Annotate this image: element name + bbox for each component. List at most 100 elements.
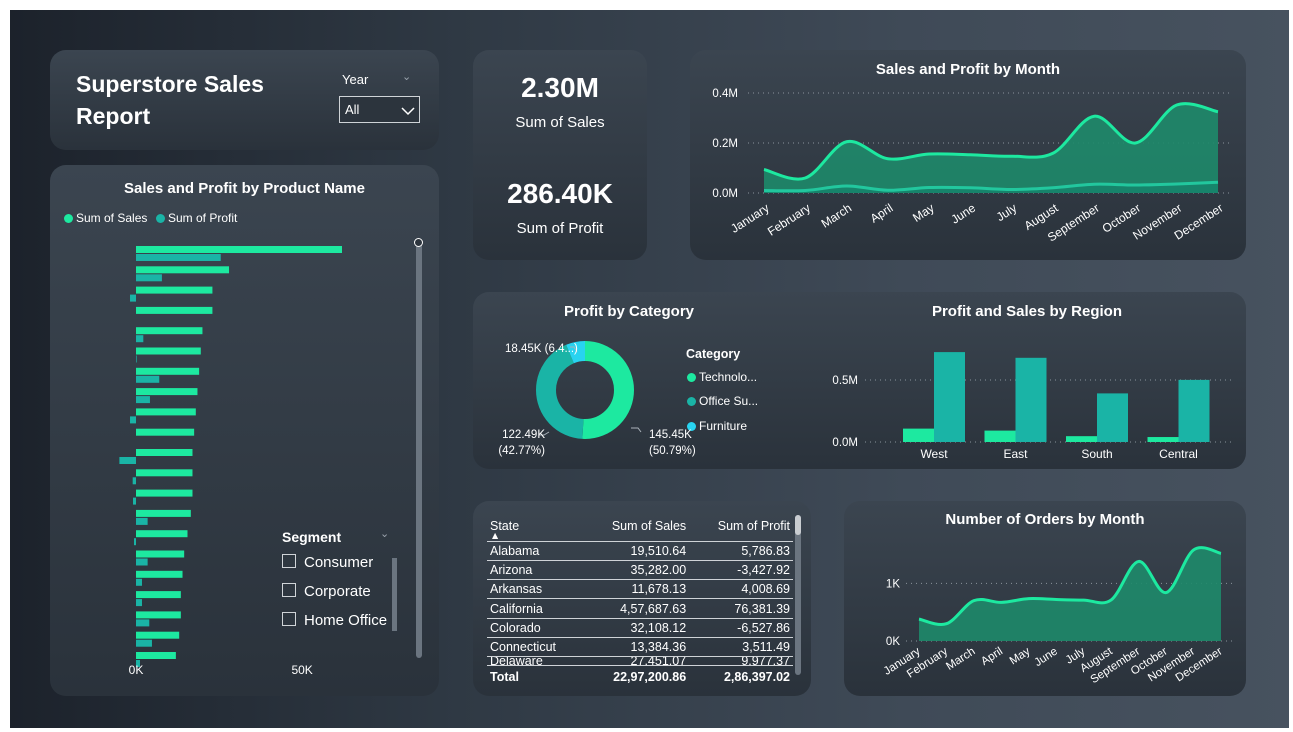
table-row: Connecticut 13,384.36 3,511.49 <box>487 637 793 658</box>
table-row: Arizona 35,282.00 -3,427.92 <box>487 560 793 581</box>
table-row: Arkansas 11,678.13 4,008.69 <box>487 579 793 600</box>
bar-profit <box>136 396 150 404</box>
checkbox[interactable] <box>282 612 296 626</box>
bar-sales <box>136 347 201 355</box>
checkbox[interactable] <box>282 583 296 597</box>
year-filter-collapse-icon[interactable]: ⌄ <box>402 70 411 83</box>
checkbox[interactable] <box>282 554 296 568</box>
segment-collapse-icon[interactable]: ⌄ <box>380 527 389 540</box>
x-tick-label: June <box>1032 645 1059 669</box>
bar-profit <box>136 578 142 586</box>
kpi-card: 2.30M Sum of Sales 286.40K Sum of Profit <box>473 50 647 260</box>
scroll-handle-icon[interactable] <box>414 238 423 247</box>
data-label: 122.49K <box>502 429 545 441</box>
data-label: (50.79%) <box>649 445 696 457</box>
orders-month-chart: 0K1KJanuaryFebruaryMarch April May June July… <box>882 546 1236 686</box>
header-sum-sales[interactable]: Sum of Sales <box>582 511 690 542</box>
bar-profit <box>133 497 136 505</box>
table-header-row: State Sum of Sales Sum of Profit <box>487 511 793 542</box>
y-tick-label: 0.5M <box>832 375 858 387</box>
bar-sales <box>136 652 176 659</box>
year-filter-label: Year <box>342 72 369 87</box>
product-scrollbar[interactable] <box>416 240 422 658</box>
kpi-profit-value: 286.40K <box>507 178 613 209</box>
bar-profit <box>1147 437 1179 442</box>
bar-sales <box>136 631 180 639</box>
profit-category-card: Profit by Category Profit and Sales by R… <box>473 292 1246 469</box>
bar-profit <box>136 619 150 627</box>
x-tick-label: South <box>1081 447 1112 461</box>
dashboard-canvas: Superstore Sales Report Year ⌄ All 2.30M… <box>10 10 1289 728</box>
year-filter-dropdown[interactable]: All <box>339 96 420 123</box>
kpi-sales-label: Sum of Sales <box>515 114 605 131</box>
bar-sales <box>136 428 195 436</box>
x-tick-label: March <box>819 201 855 231</box>
bar-profit <box>136 355 137 363</box>
orders-area <box>919 547 1221 641</box>
table-total-row: Total 22,97,200.86 2,86,397.02 <box>490 670 790 685</box>
segment-label: Segment <box>282 529 342 545</box>
table-row: Colorado 32,108.12 -6,527.86 <box>487 618 793 638</box>
table-row: Delaware 27,451.07 9,977.37 <box>487 656 793 667</box>
bar-sales <box>136 266 230 274</box>
x-tick-label: April <box>979 645 1005 668</box>
y-tick-label: 0.2M <box>712 138 738 150</box>
state-table-card: State Sum of Sales Sum of Profit Alabama… <box>473 501 811 696</box>
x-tick-label: Central <box>1159 447 1198 461</box>
report-title: Superstore Sales Report <box>76 71 264 129</box>
table-scrollbar[interactable] <box>795 515 801 675</box>
bar-profit <box>903 428 934 442</box>
bar-profit <box>136 254 221 261</box>
bar-sales <box>136 611 181 619</box>
x-tick-label: March <box>944 645 977 672</box>
data-label: (42.77%) <box>498 445 545 457</box>
segment-scrollbar[interactable] <box>392 558 397 631</box>
bar-profit <box>136 274 162 282</box>
header-sum-profit[interactable]: Sum of Profit <box>689 511 793 542</box>
bar-sales <box>136 246 342 253</box>
x-tick-label: July <box>994 201 1020 224</box>
sort-ascending-icon[interactable]: ▲ <box>492 531 498 540</box>
bar-profit <box>984 430 1016 442</box>
bar-profit <box>136 517 148 525</box>
bar-sales <box>136 530 188 538</box>
orders-month-card: Number of Orders by Month 0K 1K January Feb… <box>844 501 1246 696</box>
table-scroll-thumb[interactable] <box>795 515 801 535</box>
bar-sales <box>1097 393 1128 442</box>
segment-option-corporate[interactable]: Corporate <box>282 583 371 600</box>
segment-option-home-office[interactable]: Home Office <box>282 612 387 629</box>
y-tick-label: 0.0M <box>832 437 858 449</box>
bar-profit <box>119 457 136 464</box>
bar-sales <box>136 570 183 578</box>
bar-sales <box>136 469 193 477</box>
sales-profit-month-chart: 0.0M 0.2M 0.4M JanuaryFebruary March April May… <box>712 88 1230 244</box>
y-tick-label: 0.0M <box>712 188 738 200</box>
product-card: Sales and Profit by Product Name Sum of … <box>50 165 439 696</box>
title-card: Superstore Sales Report Year ⌄ All <box>50 50 439 150</box>
bar-profit <box>130 294 136 302</box>
x-tick-label: West <box>920 447 948 461</box>
sales-area <box>764 103 1218 193</box>
bar-sales <box>136 327 203 335</box>
bar-sales <box>136 367 200 375</box>
bar-sales <box>1178 379 1210 442</box>
x-tick-label: East <box>1003 447 1028 461</box>
table-row: Alabama 19,510.64 5,786.83 <box>487 541 793 561</box>
bar-sales <box>136 388 198 396</box>
bar-sales <box>136 449 193 456</box>
bar-sales <box>934 352 965 442</box>
bar-sales <box>136 550 185 558</box>
year-filter-value: All <box>345 102 360 117</box>
header-state[interactable]: State <box>487 511 583 542</box>
y-tick-label: 1K <box>886 578 900 590</box>
segment-option-consumer[interactable]: Consumer <box>282 554 373 571</box>
bar-sales <box>136 306 213 314</box>
bar-profit <box>1066 436 1097 442</box>
kpi-profit-label: Sum of Profit <box>516 220 604 237</box>
bar-profit <box>136 335 144 343</box>
bar-sales <box>1015 357 1047 442</box>
table-row: California 4,57,687.63 76,381.39 <box>487 598 793 619</box>
bar-profit <box>136 558 148 566</box>
y-tick-label: 0K <box>886 636 900 648</box>
bar-sales <box>136 489 193 497</box>
